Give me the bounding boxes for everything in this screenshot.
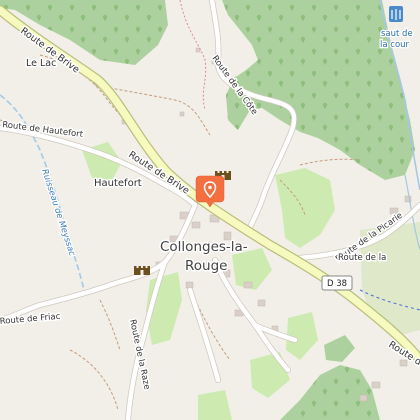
forest-small: [324, 335, 355, 362]
town-label-line1: Collonges-la-: [160, 239, 248, 255]
castle-icon[interactable]: [134, 266, 150, 275]
town-label-line2: Rouge: [185, 258, 227, 274]
waterfall-icon[interactable]: [389, 6, 403, 22]
road-shield-d38: D 38: [321, 275, 353, 291]
meadow-7: [250, 352, 290, 398]
water-label-ruisseau-de-meyssac: Ruisseau de Meyssac: [39, 168, 77, 258]
map-view[interactable]: Route de Brive Route de Brive Route de B…: [0, 0, 420, 420]
road-label-route-de-la: Route de la: [338, 253, 386, 263]
road-shield-d38-text: D 38: [327, 279, 347, 289]
map-canvas[interactable]: Route de Brive Route de Brive Route de B…: [0, 0, 420, 420]
meadow-6: [198, 390, 232, 420]
place-label-le-lac: Le Lac: [26, 58, 56, 69]
meadow-1: [275, 168, 335, 248]
poi-label-waterfall-line2: la cour: [380, 40, 410, 50]
place-label-hautefort: Hautefort: [94, 178, 142, 189]
poi-label-waterfall-line1: saut de: [381, 29, 413, 39]
